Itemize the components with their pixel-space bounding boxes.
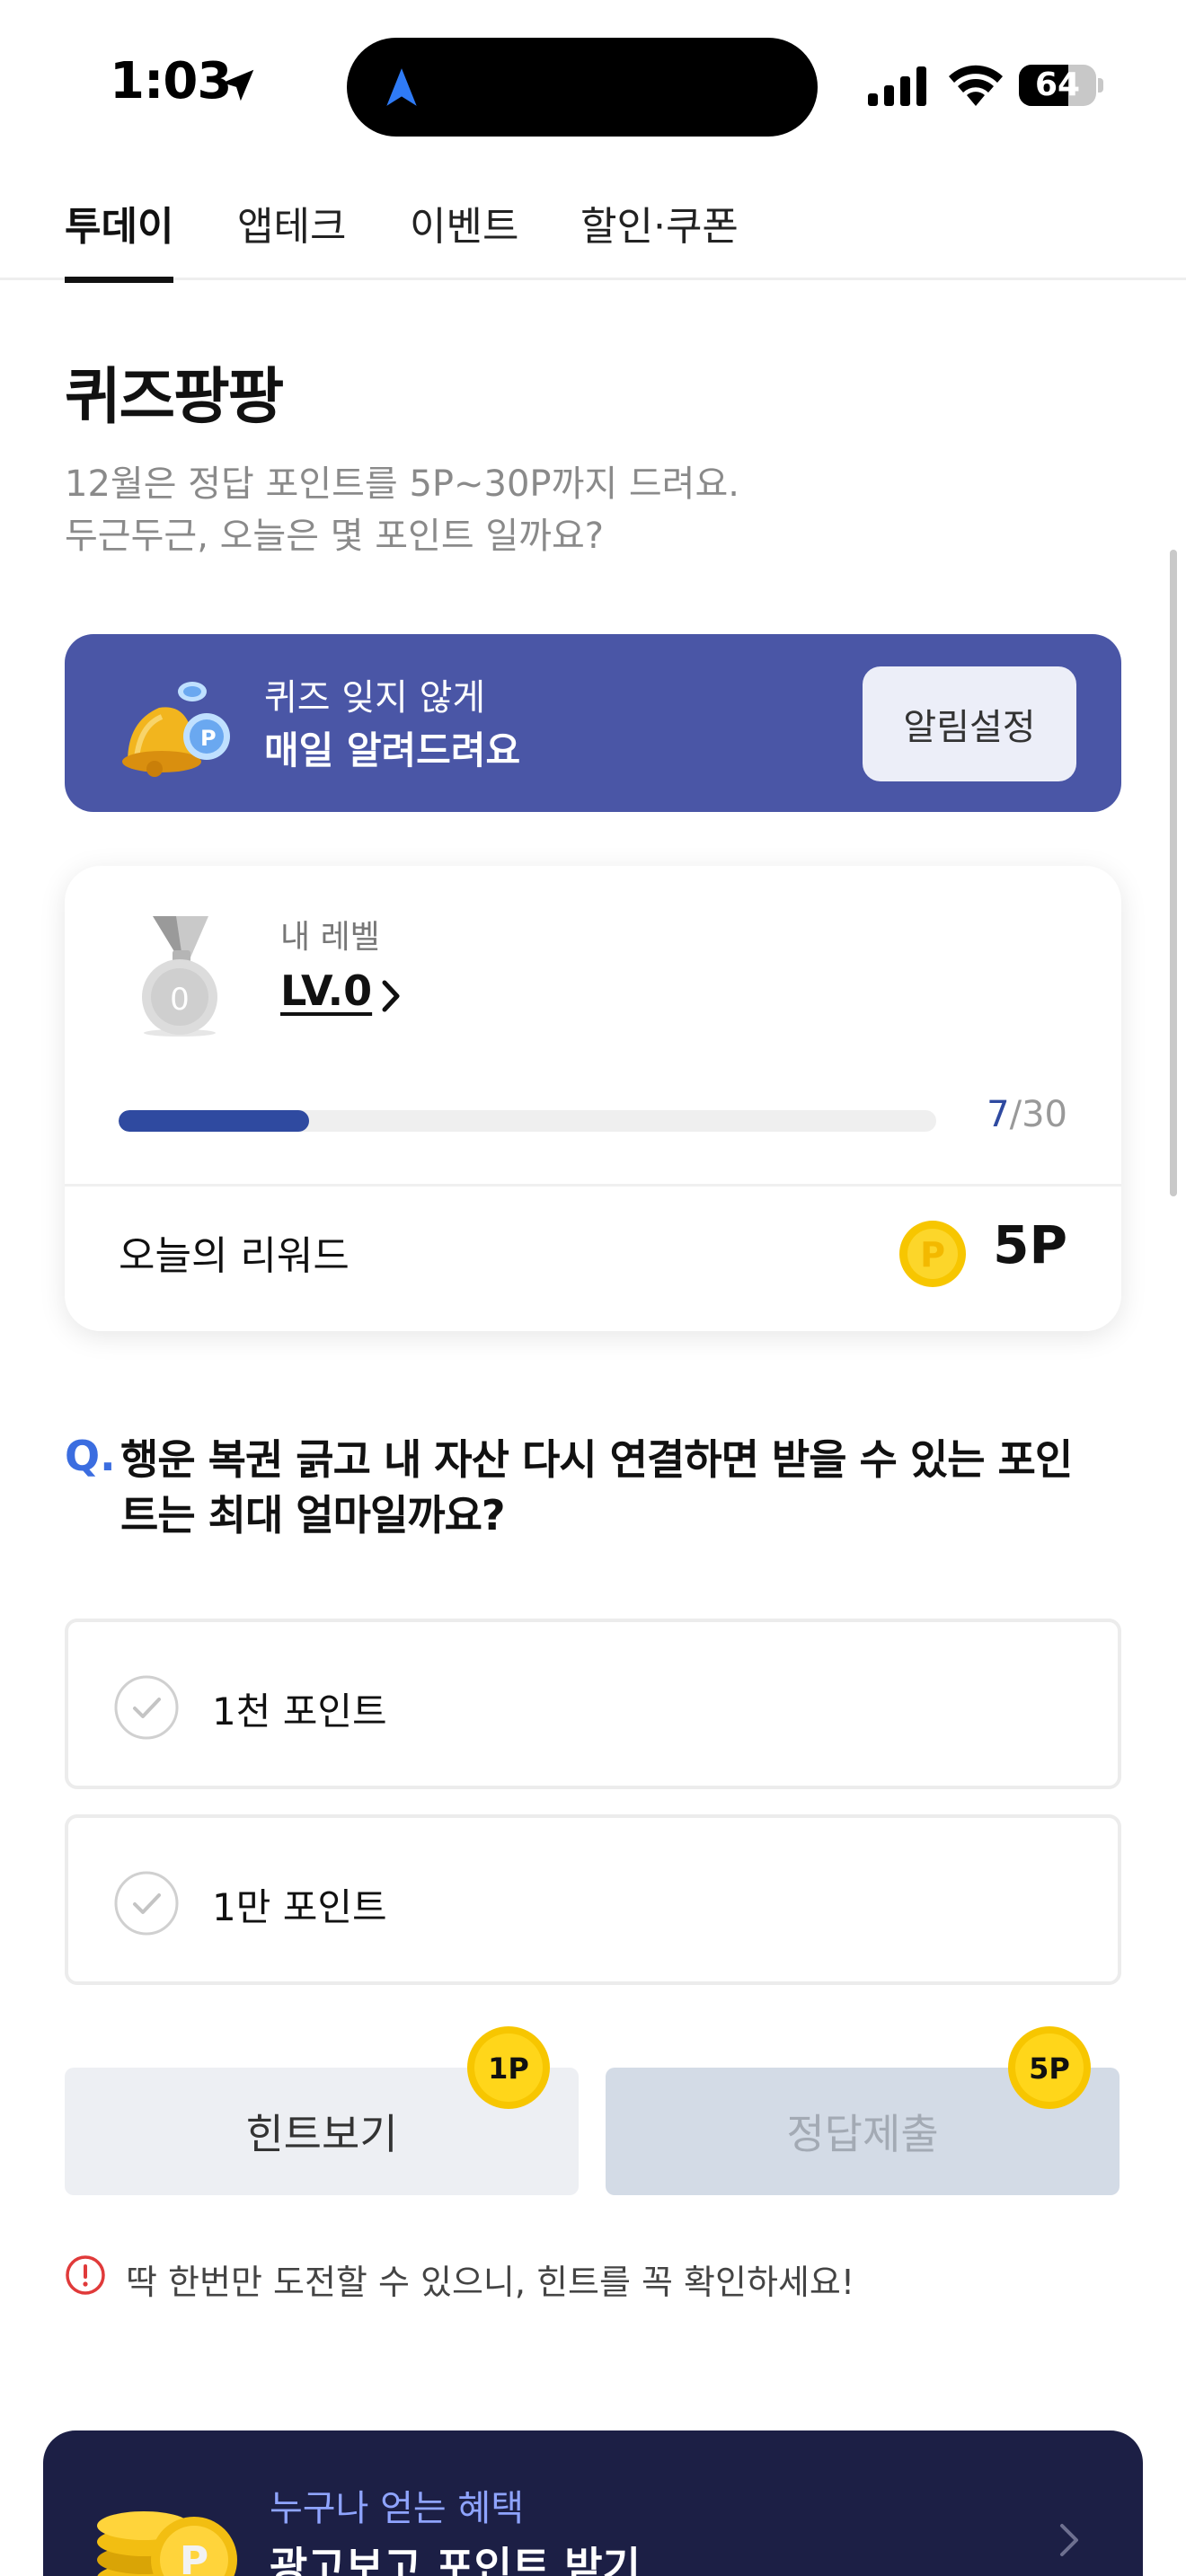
tab-event[interactable]: 이벤트	[410, 194, 518, 280]
level-card: 0 내 레벨 LV.0 7/30 오늘의 리워드 P 5P	[65, 866, 1121, 1331]
bell-coin-icon: P	[122, 682, 230, 777]
page-title: 퀴즈팡팡	[65, 362, 284, 433]
navigation-arrow-icon	[386, 68, 417, 106]
hint-cost-coin-badge: 1P	[467, 2026, 550, 2109]
chevron-right-icon	[1060, 2524, 1078, 2556]
svg-text:P: P	[920, 1235, 945, 1275]
dynamic-island	[347, 38, 818, 137]
status-time: 1:03	[110, 52, 232, 110]
submit-reward-coin-badge: 5P	[1008, 2026, 1091, 2109]
battery-indicator: 64	[1019, 65, 1103, 106]
level-progress-fill	[119, 1110, 310, 1132]
progress-current: 7	[987, 1094, 1010, 1135]
promo-subtitle: 누구나 얻는 혜택	[270, 2488, 525, 2529]
banner-text-line2: 매일 알려드려요	[264, 728, 521, 772]
scrollbar[interactable]	[1170, 550, 1177, 1196]
location-arrow-icon	[222, 69, 254, 101]
card-divider	[65, 1184, 1121, 1187]
tab-today[interactable]: 투데이	[65, 194, 174, 283]
answer-option-2[interactable]: 1만 포인트	[65, 1814, 1121, 1985]
chevron-right-icon[interactable]	[377, 977, 404, 1015]
submit-reward-label: 5P	[1029, 2051, 1070, 2086]
level-progress-count: 7/30	[987, 1094, 1067, 1135]
progress-separator: /	[1009, 1094, 1022, 1135]
answer-option-label: 1천 포인트	[212, 1689, 387, 1734]
question-text: 행운 복권 긁고 내 자산 다시 연결하면 받을 수 있는 포인트는 최대 얼마…	[120, 1435, 1073, 1539]
level-label: 내 레벨	[280, 919, 380, 956]
today-reward-label: 오늘의 리워드	[119, 1233, 350, 1279]
medal-number: 0	[170, 982, 190, 1018]
answer-option-1[interactable]: 1천 포인트	[65, 1619, 1121, 1789]
banner-text-line1: 퀴즈 잊지 않게	[264, 677, 486, 719]
status-bar: 1:03 64	[0, 0, 1186, 162]
page-subtitle-line2: 두근두근, 오늘은 몇 포인트 일까요?	[65, 516, 605, 557]
tab-apptech[interactable]: 앱테크	[237, 194, 346, 280]
svg-text:P: P	[200, 726, 217, 751]
level-progress-bar	[119, 1110, 936, 1132]
promo-title: 광고보고 포인트 받기	[270, 2543, 641, 2576]
warning-icon	[66, 2255, 105, 2295]
page-subtitle: 12월은 정답 포인트를 5P~30P까지 드려요. 두근두근, 오늘은 몇 포…	[65, 458, 1053, 562]
page-subtitle-line1: 12월은 정답 포인트를 5P~30P까지 드려요.	[65, 463, 739, 505]
svg-text:P: P	[180, 2538, 208, 2576]
notification-settings-button[interactable]: 알림설정	[863, 666, 1076, 781]
hint-cost-label: 1P	[488, 2051, 529, 2086]
level-value-link[interactable]: LV.0	[280, 966, 372, 1015]
silver-medal-icon: 0	[142, 916, 217, 1037]
question-marker: Q.	[65, 1432, 116, 1480]
battery-level: 64	[1034, 66, 1081, 103]
check-circle-icon	[114, 1871, 179, 1936]
progress-total: 30	[1022, 1094, 1067, 1135]
notification-banner: P 퀴즈 잊지 않게 매일 알려드려요 알림설정	[65, 634, 1121, 812]
top-tab-bar: 투데이 앱테크 이벤트 할인·쿠폰	[0, 180, 1186, 283]
answer-option-label: 1만 포인트	[212, 1885, 387, 1929]
cellular-signal-icon	[868, 66, 926, 106]
coin-stack-icon: P	[97, 2511, 237, 2576]
point-coin-icon: P	[899, 1221, 966, 1287]
warning-text: 딱 한번만 도전할 수 있으니, 힌트를 꼭 확인하세요!	[126, 2263, 855, 2302]
check-circle-icon	[114, 1675, 179, 1740]
today-reward-value: 5P	[993, 1214, 1067, 1275]
tab-discount-coupon[interactable]: 할인·쿠폰	[580, 194, 739, 280]
ad-points-promo-banner[interactable]: P 누구나 얻는 혜택 광고보고 포인트 받기	[43, 2430, 1143, 2576]
wifi-icon	[949, 65, 1003, 106]
